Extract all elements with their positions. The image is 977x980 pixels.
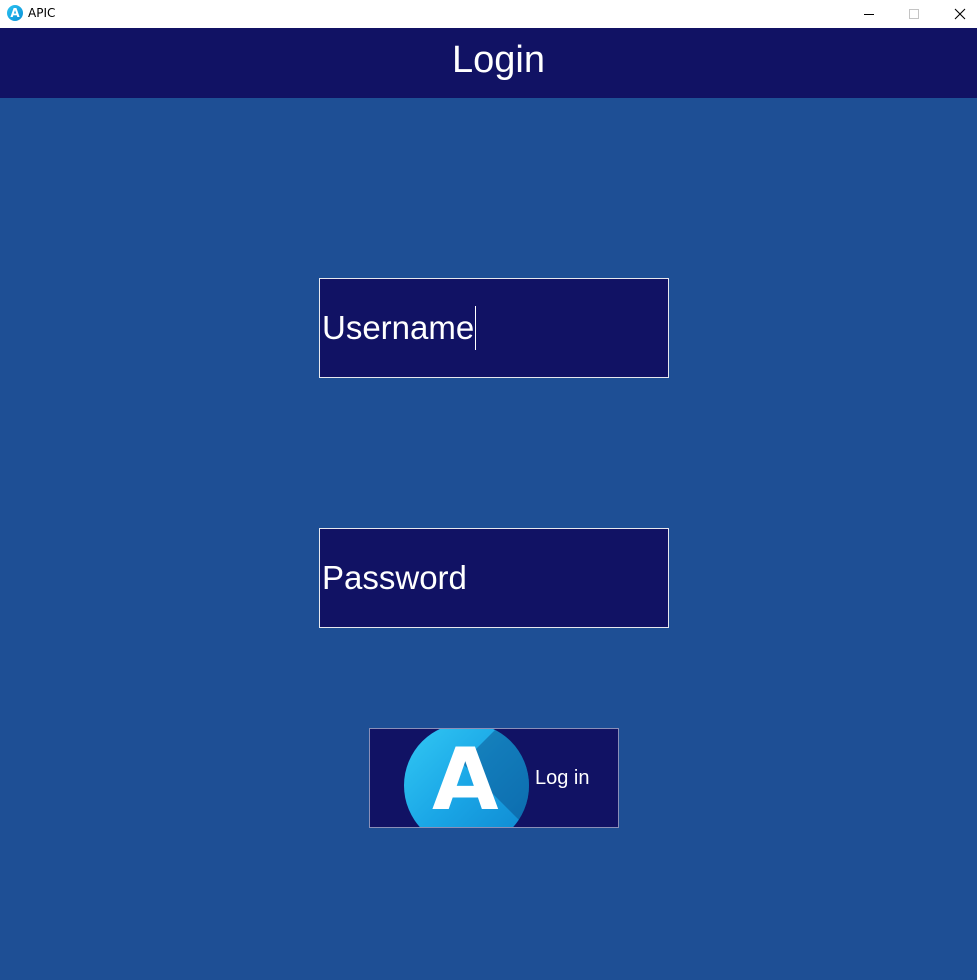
password-input[interactable]: Password	[319, 528, 669, 628]
login-button[interactable]: A Log in	[369, 728, 619, 828]
username-input[interactable]: Username	[319, 278, 669, 378]
app-logo-icon: A	[7, 5, 23, 21]
maximize-icon	[909, 9, 919, 19]
close-icon	[954, 8, 966, 20]
page-header: Login	[0, 28, 977, 98]
text-caret	[475, 306, 477, 350]
page-title: Login	[452, 38, 545, 81]
close-button[interactable]	[937, 0, 977, 28]
password-value: Password	[322, 559, 467, 596]
app-logo-letter: A	[10, 6, 20, 20]
minimize-icon	[864, 13, 874, 15]
login-button-label: Log in	[535, 767, 590, 789]
maximize-button[interactable]	[891, 0, 937, 28]
window-title: APIC	[28, 6, 56, 20]
logo-letter: A	[432, 730, 499, 828]
username-value: Username	[322, 309, 475, 346]
window-titlebar: A APIC	[0, 0, 977, 28]
minimize-button[interactable]	[846, 0, 892, 28]
app-logo-icon: A	[404, 729, 529, 828]
